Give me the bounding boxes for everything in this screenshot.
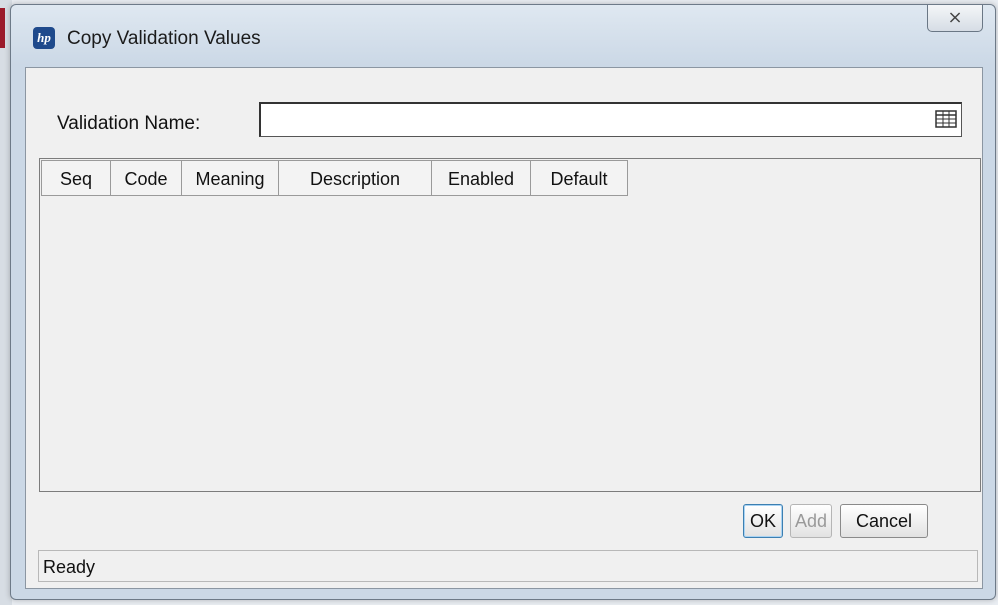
validation-values-table: Seq Code Meaning Description Enabled Def… <box>39 158 981 492</box>
validation-name-label: Validation Name: <box>57 113 201 134</box>
list-lookup-icon[interactable] <box>935 110 957 128</box>
validation-name-field[interactable] <box>259 102 962 137</box>
column-header-default[interactable]: Default <box>531 160 628 196</box>
column-header-description[interactable]: Description <box>279 160 432 196</box>
column-header-meaning[interactable]: Meaning <box>182 160 279 196</box>
close-icon: ⨯ <box>947 7 963 27</box>
add-button[interactable]: Add <box>790 504 832 538</box>
hp-logo-icon: hp <box>33 27 55 49</box>
validation-name-input[interactable] <box>265 107 919 133</box>
dialog-window: hp Copy Validation Values ⨯ Validation N… <box>10 4 996 600</box>
status-bar: Ready <box>38 550 978 582</box>
column-header-enabled[interactable]: Enabled <box>432 160 531 196</box>
close-button[interactable]: ⨯ <box>927 5 983 32</box>
ok-button[interactable]: OK <box>743 504 783 538</box>
table-header: Seq Code Meaning Description Enabled Def… <box>41 160 628 198</box>
column-header-code[interactable]: Code <box>111 160 182 196</box>
dialog-content: Validation Name: Seq Code Meaning Descri… <box>25 67 983 589</box>
dialog-title: Copy Validation Values <box>67 28 261 49</box>
background-accent <box>0 8 5 48</box>
cancel-button[interactable]: Cancel <box>840 504 928 538</box>
column-header-seq[interactable]: Seq <box>41 160 111 196</box>
title-bar[interactable]: hp Copy Validation Values ⨯ <box>11 5 995 63</box>
